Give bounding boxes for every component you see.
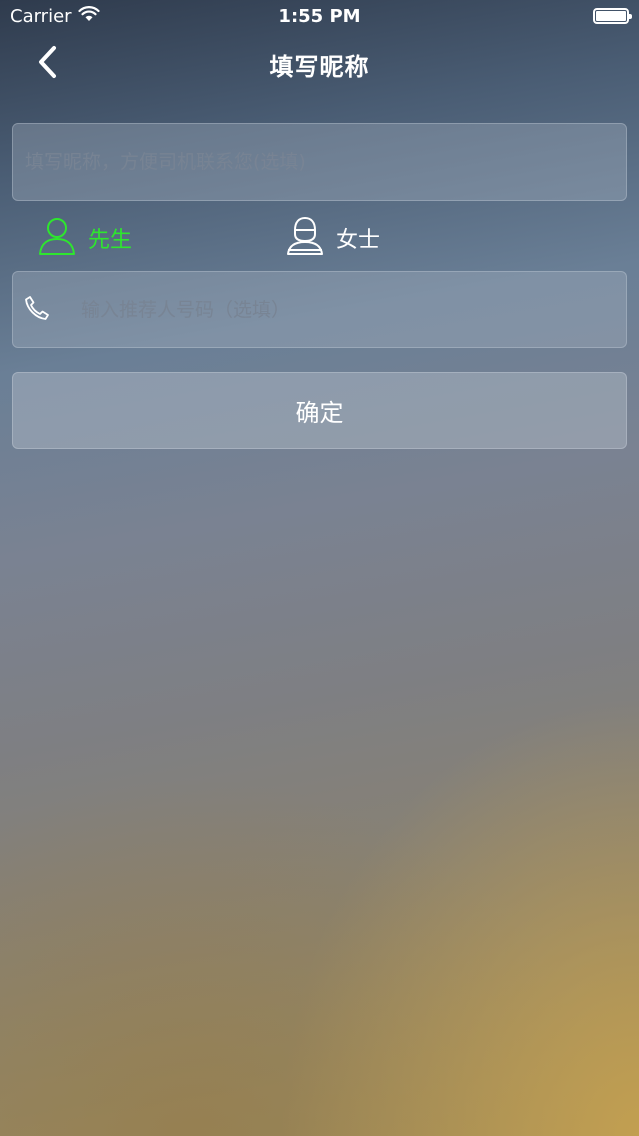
battery-level — [596, 11, 626, 21]
gender-option-male[interactable]: 先生 — [38, 212, 132, 264]
battery-icon — [593, 8, 632, 24]
referrer-field[interactable] — [12, 271, 627, 348]
back-button[interactable] — [28, 44, 68, 84]
status-time: 1:55 PM — [278, 5, 361, 27]
gender-option-female[interactable]: 女士 — [286, 212, 380, 264]
gender-label-male: 先生 — [88, 228, 133, 253]
chevron-left-icon — [37, 45, 59, 83]
confirm-button[interactable]: 确定 — [12, 372, 627, 449]
navigation-bar: 填写昵称 — [0, 32, 639, 96]
page-title: 填写昵称 — [269, 52, 370, 81]
gender-selector: 先生 女士 — [0, 212, 639, 264]
nickname-field[interactable] — [12, 123, 627, 201]
gender-label-female: 女士 — [336, 228, 381, 253]
female-user-icon — [286, 216, 324, 260]
user-icon — [38, 216, 76, 260]
status-bar: Carrier 1:55 PM — [0, 0, 639, 32]
nickname-input[interactable] — [25, 151, 614, 173]
phone-icon — [23, 294, 51, 326]
referrer-input[interactable] — [81, 298, 626, 321]
